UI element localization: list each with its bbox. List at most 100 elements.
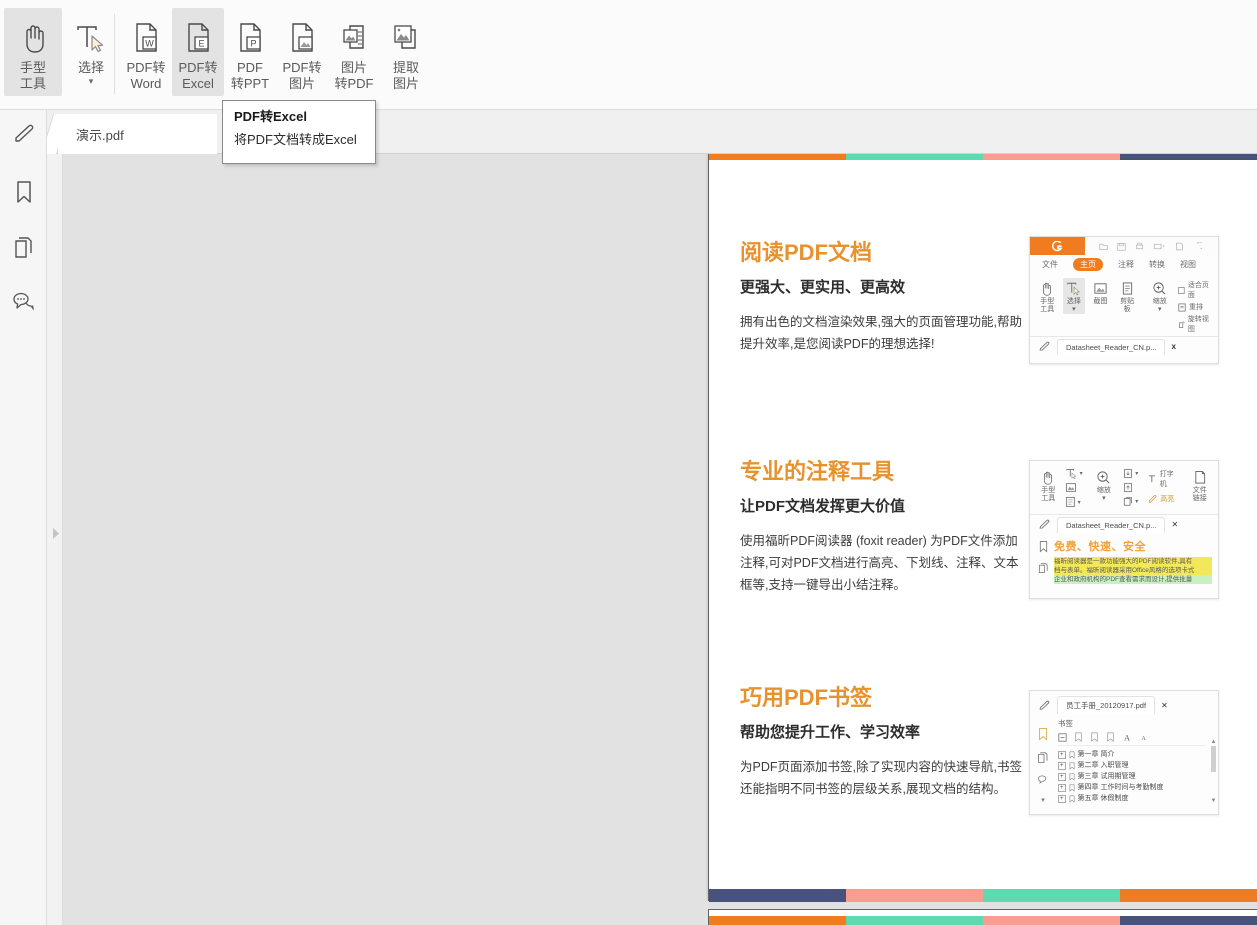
inset2-side-highlight[interactable]: 高亮	[1160, 494, 1174, 504]
chevron-down-icon[interactable]: ▾	[1080, 470, 1083, 477]
edit-bookmark-icon	[1091, 732, 1098, 742]
inset2-filename[interactable]: Datasheet_Reader_CN.p...	[1057, 516, 1166, 533]
zoom-icon	[1096, 467, 1111, 487]
inset3-filename[interactable]: 员工手册_20120917.pdf	[1057, 696, 1156, 714]
inset2-tool-hand[interactable]: 手型 工具	[1036, 467, 1061, 503]
pdf-to-ppt-label-2: 转PPT	[230, 76, 270, 91]
sidebar-expand-button[interactable]	[48, 522, 62, 544]
bookmark-label: 第四章 工作时间与考勤制度	[1077, 784, 1164, 791]
chevron-down-icon[interactable]: ▾	[1078, 499, 1081, 506]
inset1-menu-home[interactable]: 主页	[1073, 258, 1103, 271]
scroll-down-icon[interactable]: ▼	[1211, 798, 1217, 804]
bookmark-list-item[interactable]: + 第三章 试用期管理	[1058, 771, 1205, 782]
expand-icon[interactable]: +	[1058, 750, 1066, 759]
scroll-up-icon[interactable]: ▲	[1211, 739, 1217, 745]
inset1-tool-zoom[interactable]: 缩放 ▾	[1148, 278, 1171, 314]
pdf-to-ppt-button[interactable]: P PDF 转PPT	[224, 8, 276, 96]
image-to-pdf-button[interactable]: 图片 转PDF	[328, 8, 380, 96]
inset2-tool-filelink[interactable]: 文件 链接	[1187, 467, 1212, 503]
inset1-tool-hand[interactable]: 手型 工具	[1036, 278, 1059, 314]
section-3-body: 为PDF页面添加书签,除了实现内容的快速导航,书签还能指明不同书签的层级关系,展…	[740, 760, 1022, 796]
inset1-menu-row: 文件 主页 注释 转换 视图	[1030, 255, 1218, 274]
inset1-tool-snapshot[interactable]: 截图	[1089, 278, 1112, 306]
hand-tool-button[interactable]: 手型 工具	[4, 8, 62, 96]
close-icon[interactable]: ✕	[1161, 701, 1168, 710]
inset1-tool-zoom-l1: 缩放	[1152, 298, 1167, 305]
fit-page-icon	[1178, 286, 1185, 294]
pdf-to-image-label-2: 图片	[288, 76, 315, 91]
text-select-icon	[74, 16, 108, 60]
page-up-icon	[1124, 482, 1132, 493]
snapshot-icon	[1065, 483, 1076, 492]
close-icon[interactable]: x	[1171, 342, 1175, 351]
inset2-side-typewriter[interactable]: 打字机	[1160, 469, 1180, 489]
bookmark-list-item[interactable]: + 第五章 休假制度	[1058, 793, 1205, 804]
inset1-side-fit[interactable]: 适合页面	[1188, 280, 1212, 300]
pages-icon	[1038, 563, 1048, 573]
inset1-tool-hand-l1: 手型	[1040, 298, 1055, 305]
inset1-filename[interactable]: Datasheet_Reader_CN.p...	[1057, 338, 1166, 355]
inset3-scrollbar[interactable]: ▲ ▼	[1209, 715, 1218, 804]
scroll-thumb[interactable]	[1211, 746, 1216, 772]
inset2-tool-zoom[interactable]: 缩放 ▾	[1092, 467, 1117, 503]
select-tool-button[interactable]: 选择 ▾	[62, 8, 120, 96]
close-icon[interactable]: ✕	[1171, 520, 1178, 529]
inset1-tool-clipboard[interactable]: 剪贴 板	[1116, 278, 1139, 314]
comment-icon	[1037, 775, 1046, 784]
bookmark-list-item[interactable]: + 第四章 工作时间与考勤制度	[1058, 782, 1205, 793]
sidebar-item-pages[interactable]	[0, 223, 47, 271]
document-tab-label: 演示.pdf	[76, 127, 124, 143]
expand-icon[interactable]: +	[1058, 794, 1066, 803]
inset2-preview-line-2: 档与表单。福昕阅读器采用Office风格的选项卡式	[1054, 566, 1212, 575]
chevron-down-icon[interactable]: ▾	[89, 77, 94, 86]
expand-icon[interactable]: +	[1058, 761, 1066, 770]
expand-icon[interactable]: +	[1058, 783, 1066, 792]
document-viewport[interactable]: 阅读PDF文档 更强大、更实用、更高效 拥有出色的文档渲染效果,强大的页面管理功…	[63, 154, 1257, 925]
pdf-to-word-button[interactable]: W PDF转 Word	[120, 8, 172, 96]
chevron-down-icon[interactable]: ▾	[1135, 470, 1138, 477]
sidebar-item-annotate[interactable]	[0, 110, 47, 158]
color-seg-teal	[846, 154, 983, 160]
inset2-tool-zoom-caret[interactable]: ▾	[1102, 495, 1106, 503]
bookmark-list-item[interactable]: + 第二章 入职管理	[1058, 760, 1205, 771]
document-tab-演示[interactable]: 演示.pdf	[57, 114, 217, 154]
color-seg-salmon	[846, 889, 983, 902]
image-to-pdf-label-1: 图片	[340, 60, 367, 75]
pdf-to-image-label-1: PDF转	[282, 60, 322, 75]
inset1-tool-zoom-caret[interactable]: ▾	[1158, 306, 1162, 314]
inset1-menu-convert[interactable]: 转换	[1149, 259, 1165, 270]
bookmark-list-item[interactable]: + 第一章 简介	[1058, 749, 1205, 760]
increase-font-icon: A	[1124, 733, 1130, 742]
inset1-tool-select-caret[interactable]: ▾	[1072, 306, 1076, 314]
inset3-bookmark-list: + 第一章 简介 + 第二章 入职管理 + 第三章 试用期管理 + 第四章 工作…	[1058, 749, 1205, 804]
inset1-menu-view[interactable]: 视图	[1180, 259, 1196, 270]
hand-icon	[1041, 467, 1055, 487]
chevron-down-icon[interactable]: ▾	[1041, 796, 1045, 804]
inset1-menu-comment[interactable]: 注释	[1118, 259, 1134, 270]
file-image-icon	[287, 16, 317, 60]
pdf-to-ppt-label-1: PDF	[237, 60, 263, 75]
pdf-to-excel-button[interactable]: E PDF转 Excel	[172, 8, 224, 96]
color-seg-navy	[1120, 916, 1257, 925]
inset2-mini-rail	[1034, 534, 1052, 584]
pdf-to-image-button[interactable]: PDF转 图片	[276, 8, 328, 96]
sidebar-item-bookmark[interactable]	[0, 168, 47, 216]
toolbar-group-convert: W PDF转 Word E PDF转 Excel P PDF 转PPT PDF转…	[120, 8, 432, 102]
expand-icon[interactable]: +	[1058, 772, 1066, 781]
chevron-down-icon[interactable]: ▾	[1135, 498, 1138, 505]
pen-eraser-icon	[1039, 519, 1050, 529]
color-seg-teal	[846, 916, 983, 925]
clipboard-icon	[1065, 496, 1075, 508]
zoom-icon	[1152, 278, 1167, 298]
sidebar-item-comments[interactable]	[0, 278, 47, 326]
inset1-side-rotate[interactable]: 旋转视图	[1188, 314, 1212, 334]
bookmark-label: 第五章 休假制度	[1077, 795, 1129, 802]
bookmark-icon	[1069, 773, 1074, 781]
inset1-tool-select[interactable]: 选择 ▾	[1062, 278, 1086, 314]
inset1-side-reflow[interactable]: 重排	[1189, 302, 1203, 312]
bookmark-label: 第二章 入职管理	[1077, 762, 1129, 769]
save-icon	[1117, 242, 1126, 251]
inset1-menu-file[interactable]: 文件	[1042, 259, 1058, 270]
inset3-bookmark-panel: 书签 A A + 第一章 简介 + 第二章 入职管理 + 第三章 试用期管理 +…	[1056, 715, 1209, 804]
extract-image-button[interactable]: 提取 图片	[380, 8, 432, 96]
